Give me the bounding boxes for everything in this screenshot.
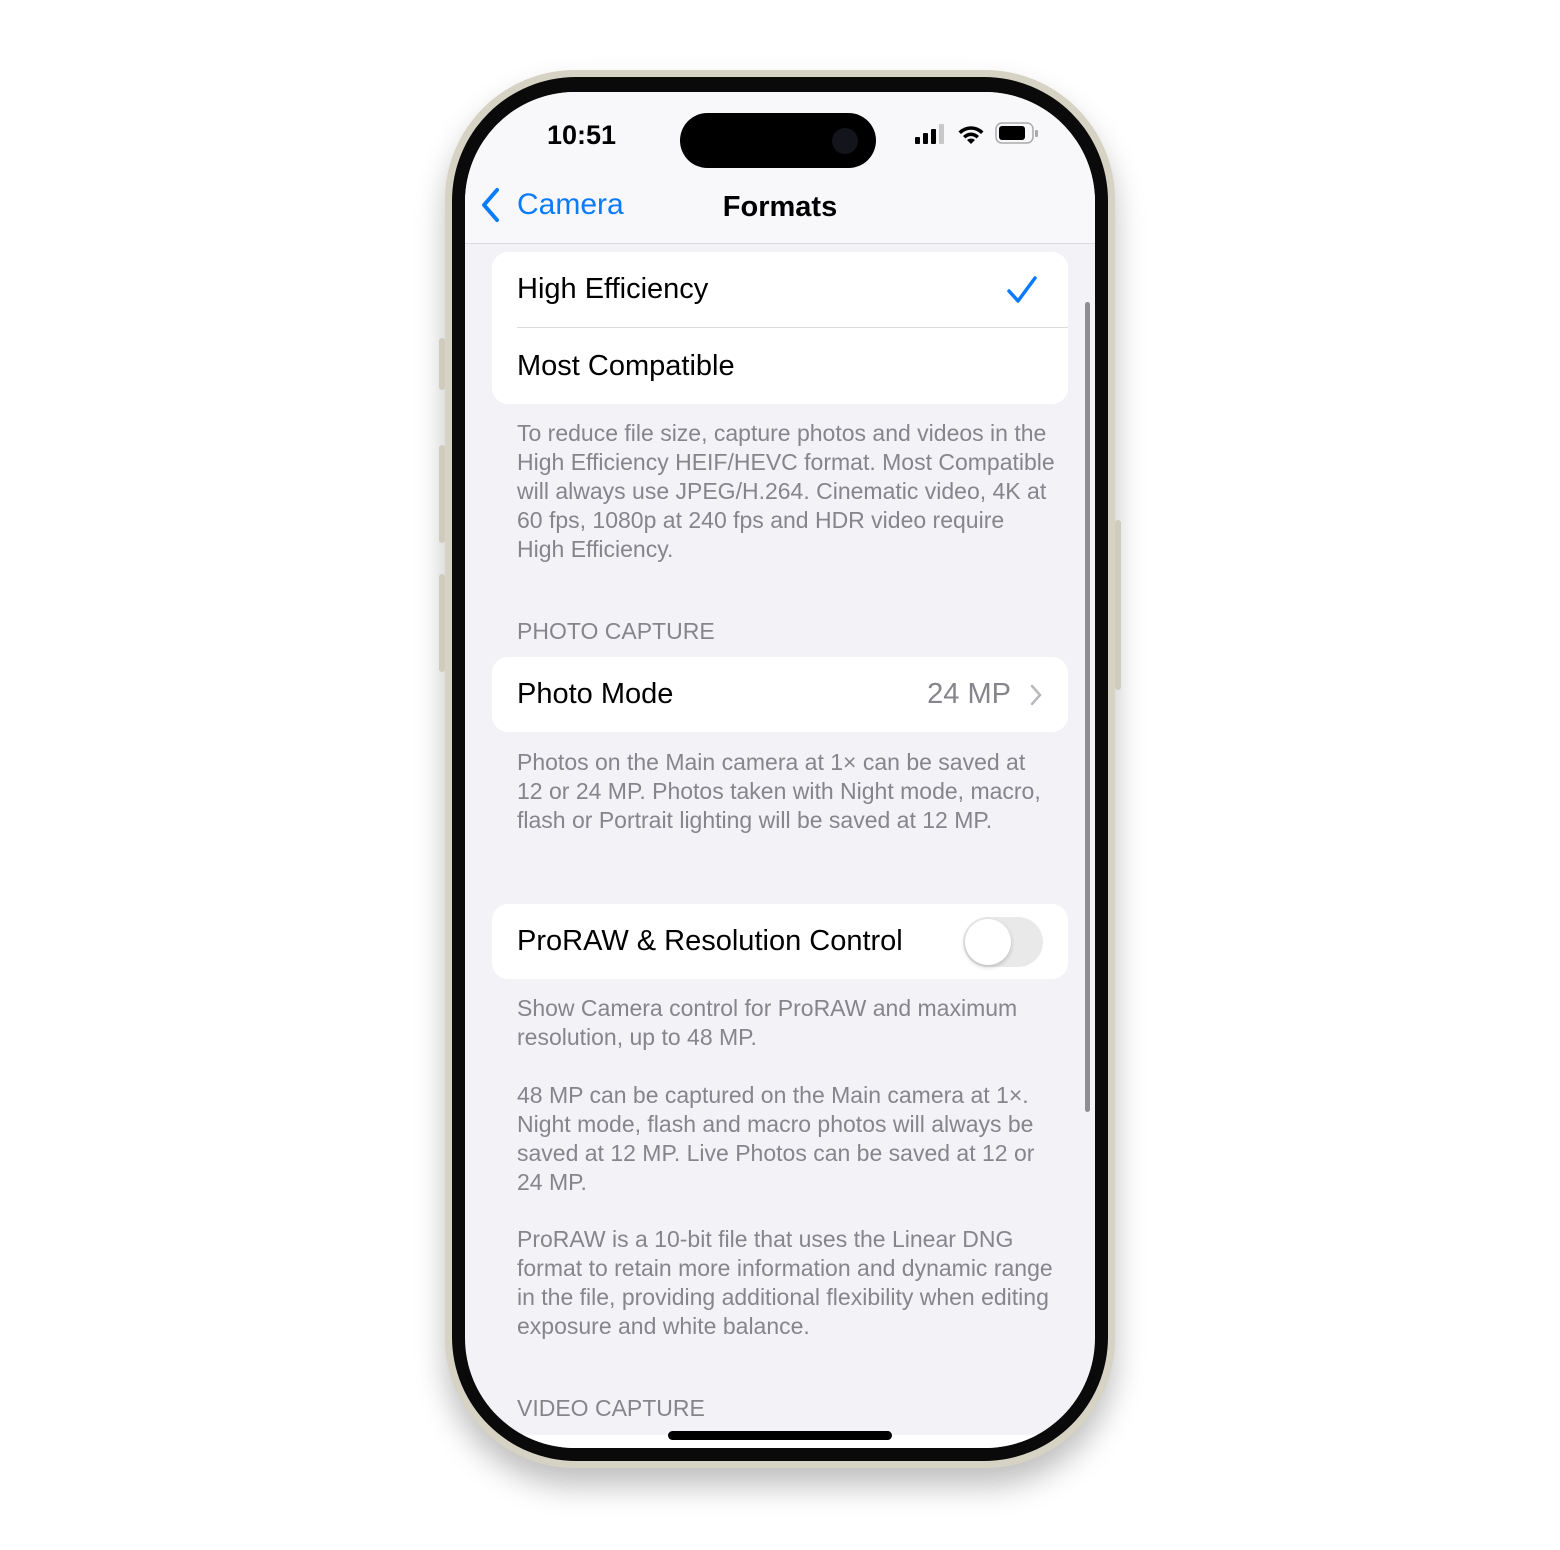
proraw-label: ProRAW & Resolution Control: [517, 925, 903, 957]
volume-down-button: [439, 574, 445, 672]
chevron-right-icon: [1030, 684, 1042, 706]
screen: 10:51 Camera Formats High Efficiency Mos…: [465, 92, 1095, 1448]
volume-up-button: [439, 445, 445, 543]
proraw-footer-1: Show Camera control for ProRAW and maxim…: [517, 995, 1018, 1050]
section-header-photo-capture: PHOTO CAPTURE: [517, 618, 715, 644]
option-most-compatible[interactable]: Most Compatible: [492, 328, 1068, 404]
scrollbar[interactable]: [1085, 302, 1090, 1112]
photo-mode-row[interactable]: Photo Mode 24 MP: [492, 657, 1068, 732]
camera-icon: [832, 128, 858, 154]
formats-footer: To reduce file size, capture photos and …: [517, 420, 1055, 562]
wifi-icon: [958, 126, 984, 144]
status-time: 10:51: [547, 120, 617, 150]
format-options-group: High Efficiency Most Compatible: [492, 252, 1068, 404]
navigation-bar: 10:51 Camera Formats: [465, 92, 1095, 244]
dynamic-island: [680, 113, 876, 168]
side-button: [1115, 520, 1121, 690]
proraw-row: ProRAW & Resolution Control: [492, 904, 1068, 979]
action-button: [439, 338, 445, 390]
checkmark-icon: [1007, 276, 1037, 303]
status-icons: [915, 122, 1039, 144]
section-header-video-capture: VIDEO CAPTURE: [517, 1395, 705, 1421]
option-label: Most Compatible: [517, 350, 735, 382]
signal-icon: [915, 124, 944, 144]
proraw-footer-2: 48 MP can be captured on the Main camera…: [517, 1082, 1035, 1195]
option-high-efficiency[interactable]: High Efficiency: [492, 252, 1068, 328]
home-indicator[interactable]: [668, 1431, 892, 1440]
photo-mode-label: Photo Mode: [517, 678, 674, 710]
option-label: High Efficiency: [517, 273, 709, 305]
toggle-knob: [965, 919, 1011, 965]
proraw-footer-3: ProRAW is a 10-bit file that uses the Li…: [517, 1226, 1053, 1339]
proraw-toggle[interactable]: [963, 917, 1043, 967]
page-title: Formats: [722, 191, 838, 223]
photo-mode-value: 24 MP: [927, 678, 1011, 710]
photo-capture-footer: Photos on the Main camera at 1× can be s…: [517, 749, 1041, 833]
battery-icon: [995, 122, 1038, 144]
